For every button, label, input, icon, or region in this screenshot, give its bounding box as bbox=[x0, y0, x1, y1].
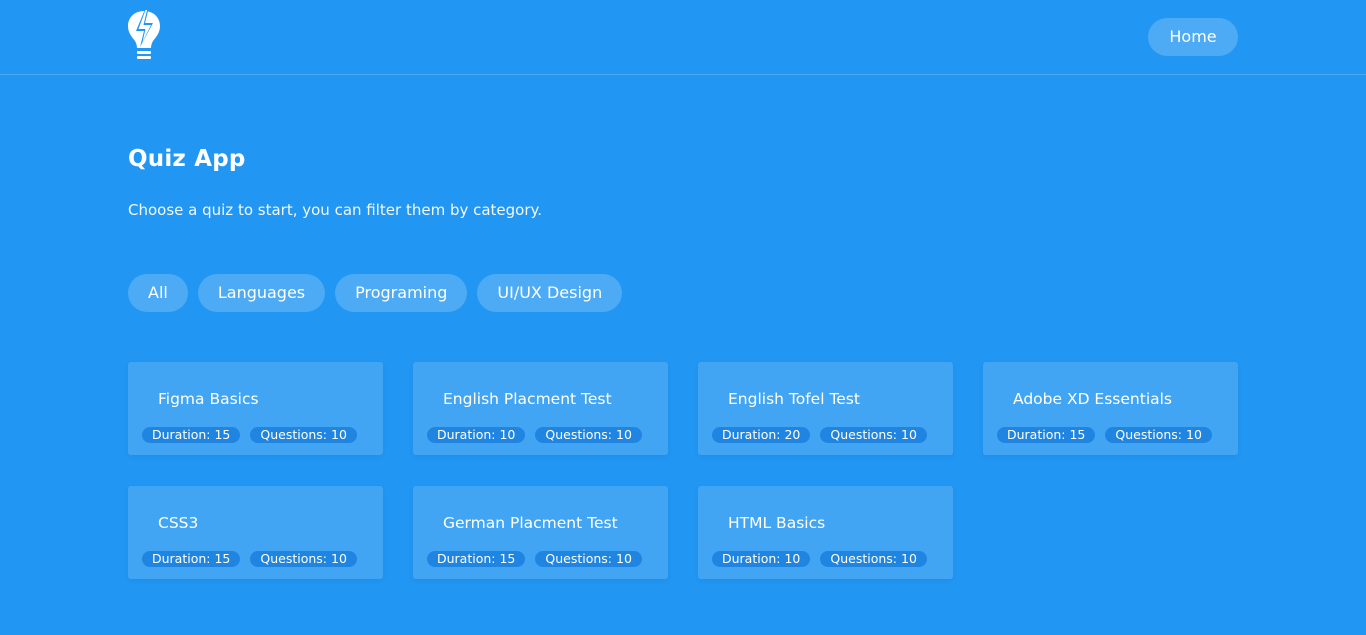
quiz-card[interactable]: CSS3 Duration: 15 Questions: 10 bbox=[128, 486, 383, 579]
questions-badge: Questions: 10 bbox=[820, 551, 927, 567]
duration-badge: Duration: 20 bbox=[712, 427, 811, 443]
quiz-title: Figma Basics bbox=[158, 390, 259, 408]
page-title: Quiz App bbox=[128, 146, 246, 172]
quiz-title: CSS3 bbox=[158, 514, 199, 532]
questions-badge: Questions: 10 bbox=[250, 427, 357, 443]
questions-badge: Questions: 10 bbox=[535, 551, 642, 567]
duration-badge: Duration: 15 bbox=[427, 551, 526, 567]
home-button[interactable]: Home bbox=[1148, 18, 1238, 56]
duration-badge: Duration: 15 bbox=[997, 427, 1096, 443]
quiz-card[interactable]: German Placment Test Duration: 15 Questi… bbox=[413, 486, 668, 579]
quiz-title: English Tofel Test bbox=[728, 390, 860, 408]
quiz-tags: Duration: 15 Questions: 10 bbox=[142, 551, 357, 567]
quiz-title: English Placment Test bbox=[443, 390, 612, 408]
questions-badge: Questions: 10 bbox=[820, 427, 927, 443]
quiz-card[interactable]: English Placment Test Duration: 10 Quest… bbox=[413, 362, 668, 455]
quiz-tags: Duration: 10 Questions: 10 bbox=[427, 427, 642, 443]
quiz-tags: Duration: 20 Questions: 10 bbox=[712, 427, 927, 443]
category-filters: All Languages Programing UI/UX Design bbox=[128, 274, 623, 312]
quiz-card[interactable]: Figma Basics Duration: 15 Questions: 10 bbox=[128, 362, 383, 455]
questions-badge: Questions: 10 bbox=[535, 427, 642, 443]
duration-badge: Duration: 15 bbox=[142, 427, 241, 443]
top-navbar: Home bbox=[0, 0, 1366, 75]
questions-badge: Questions: 10 bbox=[250, 551, 357, 567]
quiz-tags: Duration: 15 Questions: 10 bbox=[997, 427, 1212, 443]
quiz-tags: Duration: 10 Questions: 10 bbox=[712, 551, 927, 567]
filter-all[interactable]: All bbox=[128, 274, 188, 312]
questions-badge: Questions: 10 bbox=[1105, 427, 1212, 443]
duration-badge: Duration: 10 bbox=[712, 551, 811, 567]
quiz-card[interactable]: English Tofel Test Duration: 20 Question… bbox=[698, 362, 953, 455]
page-subtitle: Choose a quiz to start, you can filter t… bbox=[128, 201, 543, 219]
duration-badge: Duration: 15 bbox=[142, 551, 241, 567]
filter-languages[interactable]: Languages bbox=[197, 274, 326, 312]
quiz-title: Adobe XD Essentials bbox=[1013, 390, 1173, 408]
quiz-card[interactable]: HTML Basics Duration: 10 Questions: 10 bbox=[698, 486, 953, 579]
quiz-card[interactable]: Adobe XD Essentials Duration: 15 Questio… bbox=[983, 362, 1238, 455]
lightbulb-bolt-icon[interactable] bbox=[126, 6, 162, 64]
quiz-tags: Duration: 15 Questions: 10 bbox=[427, 551, 642, 567]
quiz-title: HTML Basics bbox=[728, 514, 826, 532]
duration-badge: Duration: 10 bbox=[427, 427, 526, 443]
filter-programing[interactable]: Programing bbox=[335, 274, 468, 312]
quiz-tags: Duration: 15 Questions: 10 bbox=[142, 427, 357, 443]
quiz-grid: Figma Basics Duration: 15 Questions: 10 … bbox=[128, 362, 1238, 579]
filter-ui-ux-design[interactable]: UI/UX Design bbox=[477, 274, 623, 312]
quiz-title: German Placment Test bbox=[443, 514, 618, 532]
